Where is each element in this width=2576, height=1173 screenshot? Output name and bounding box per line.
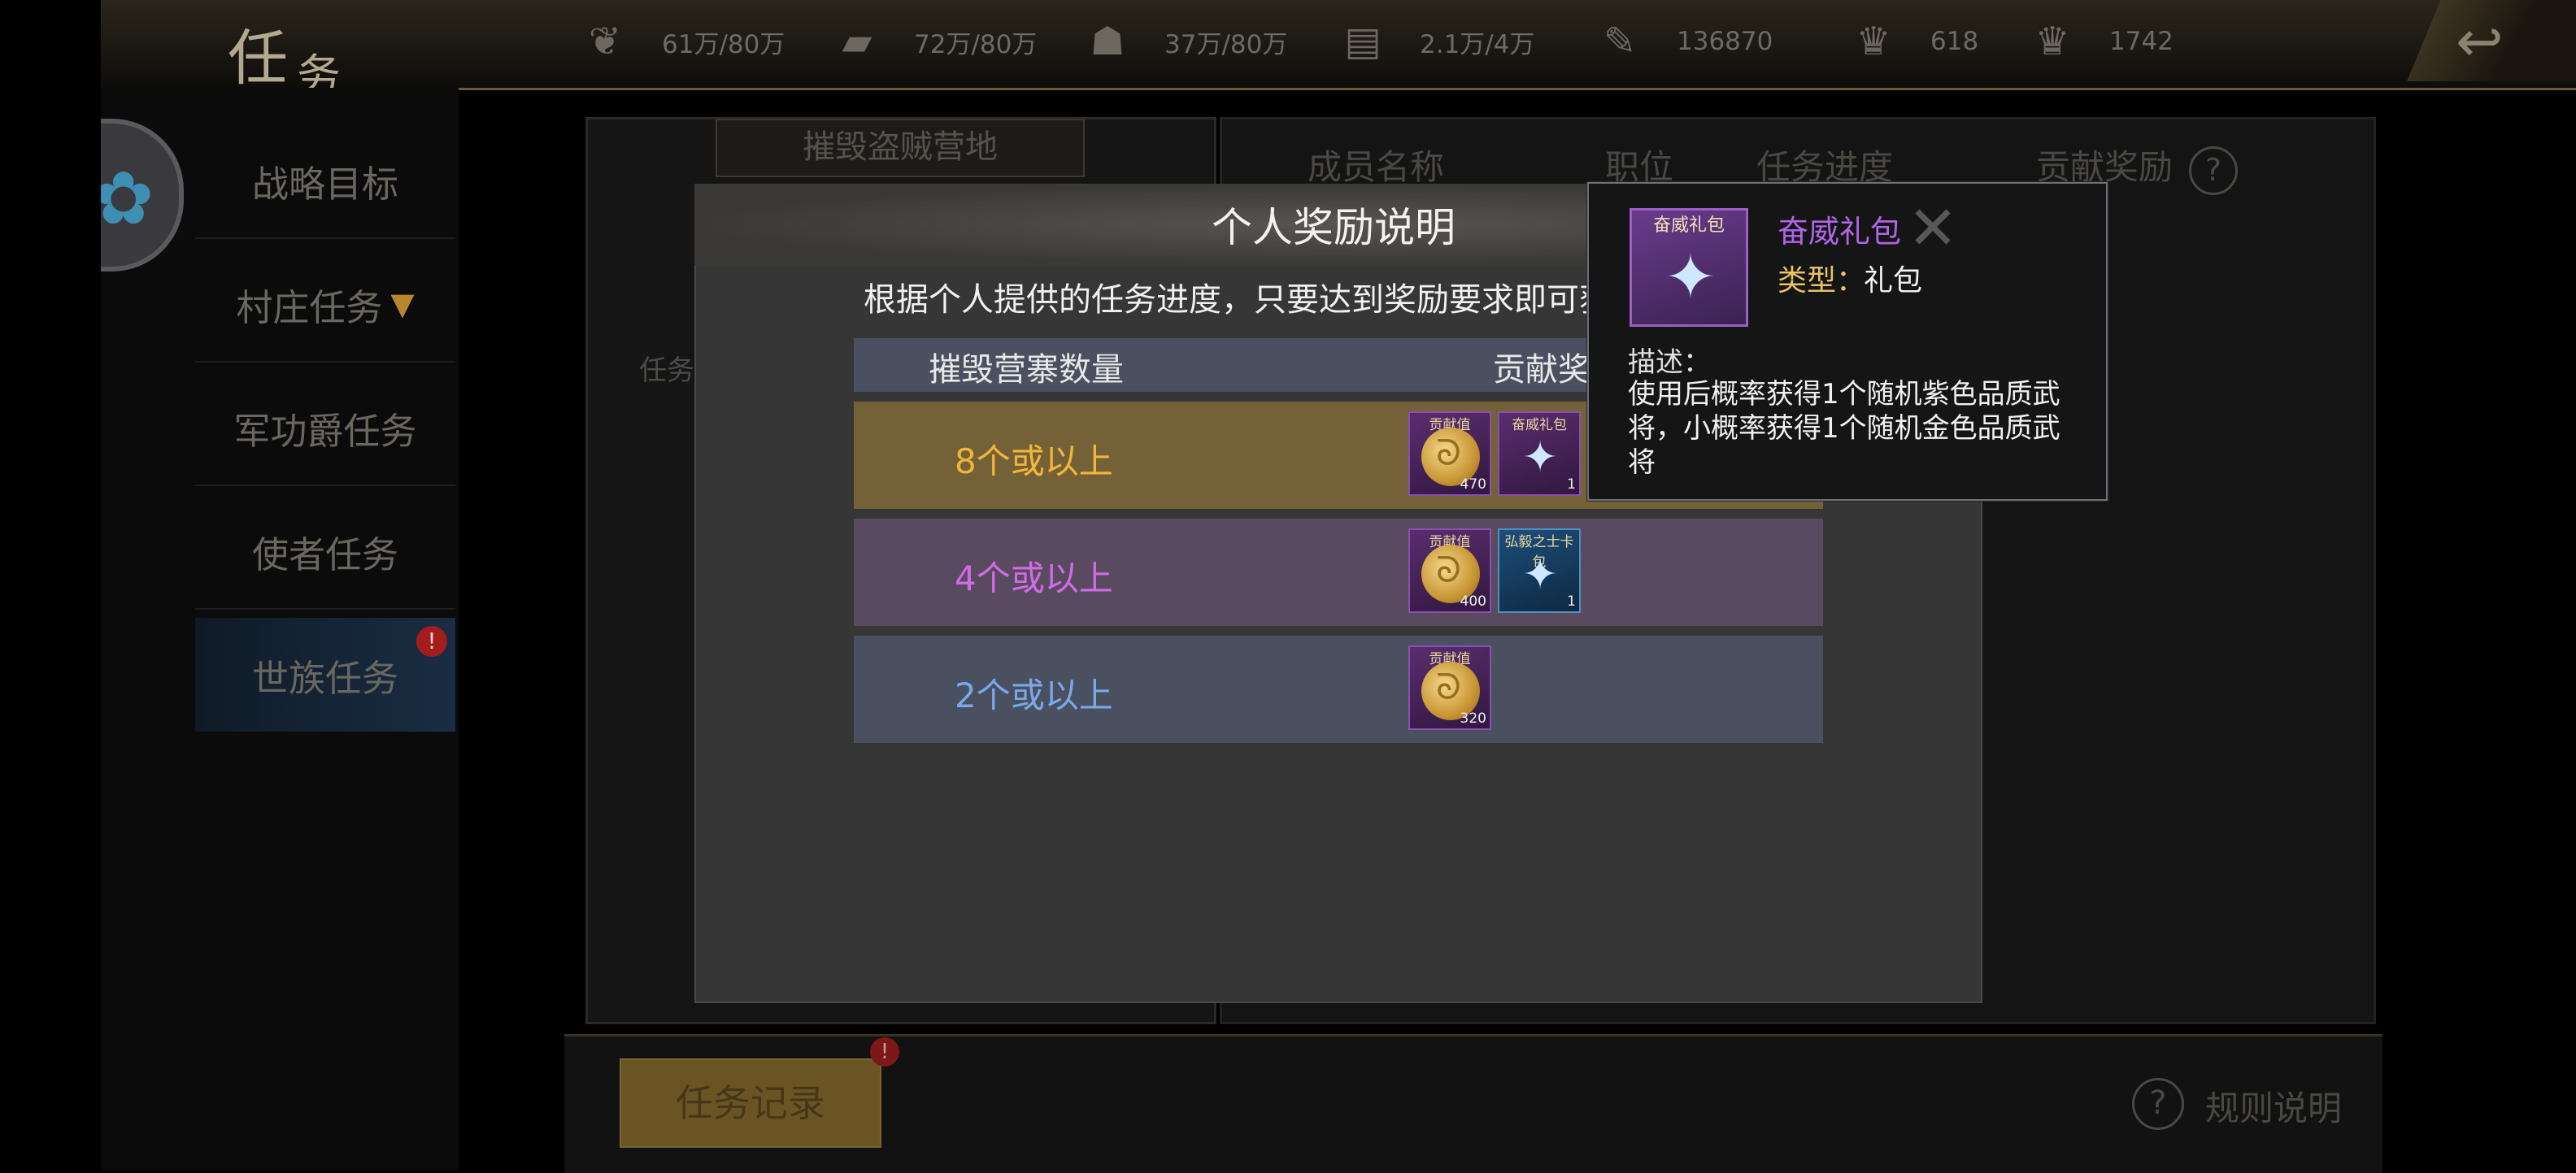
- gift-pack-icon: ✦: [1522, 433, 1558, 482]
- resource-value: 72万/80万: [914, 29, 1038, 59]
- item-count: 1: [1567, 593, 1576, 610]
- tooltip-description: 使用后概率获得1个随机紫色品质武将，小概率获得1个随机金色品质武将: [1628, 378, 2060, 479]
- nav-item-military-rank[interactable]: 军功爵任务: [195, 371, 455, 486]
- reward-item-contribution[interactable]: 贡献值 400: [1408, 528, 1491, 613]
- item-count: 1: [1567, 476, 1576, 493]
- header-destroy-count: 摧毁营寨数量: [929, 351, 1124, 389]
- rules-button[interactable]: 规则说明: [2205, 1081, 2342, 1131]
- resource-token: ✎ 136870: [1597, 21, 1773, 62]
- ingot-icon: ♛: [1856, 19, 1891, 64]
- tooltip-item-icon: 奋威礼包 ✦: [1630, 208, 1748, 327]
- rules-help-icon[interactable]: ?: [2132, 1078, 2184, 1130]
- notification-badge: !: [870, 1037, 899, 1067]
- resource-value: 61万/80万: [662, 29, 785, 59]
- nav-item-label: 使者任务: [251, 532, 398, 576]
- notification-badge: !: [416, 626, 447, 657]
- top-header-bar: [101, 0, 2576, 90]
- resource-value: 618: [1930, 27, 1979, 56]
- close-icon[interactable]: ✕: [1908, 193, 1958, 263]
- nav-item-strategy[interactable]: 战略目标: [195, 124, 455, 239]
- reward-item-card-pack[interactable]: 弘毅之士卡包 ✦ 1: [1498, 528, 1581, 613]
- task-tab[interactable]: 摧毁盗贼营地: [716, 119, 1085, 177]
- task-label: 任务: [639, 354, 694, 387]
- item-count: 470: [1460, 476, 1486, 493]
- nav-item-envoy[interactable]: 使者任务: [195, 494, 455, 610]
- grain-icon: ❦: [588, 19, 622, 64]
- avatar-icon: ✿: [101, 156, 154, 241]
- nav-item-label: 村庄任务: [236, 285, 383, 329]
- gift-pack-icon: ✦: [1664, 241, 1717, 313]
- tooltip-type-label: 类型：: [1778, 264, 1866, 298]
- gold-ingot-icon: ♛: [2034, 19, 2070, 64]
- nav-item-clan[interactable]: 世族任务: [195, 618, 455, 732]
- row-label: 4个或以上: [955, 558, 1113, 598]
- nav-item-village[interactable]: 村庄任务 ▼: [195, 247, 455, 363]
- item-count: 320: [1460, 710, 1486, 727]
- task-tab-label: 摧毁盗贼营地: [803, 128, 998, 166]
- resource-value: 1742: [2109, 27, 2174, 56]
- iron-icon: ▤: [1344, 19, 1382, 64]
- resource-value: 136870: [1677, 27, 1773, 56]
- resource-iron: ▤ 2.1万/4万: [1340, 21, 1534, 62]
- reward-item-contribution[interactable]: 贡献值 470: [1408, 411, 1491, 496]
- nav-item-label: 世族任务: [251, 656, 398, 700]
- row-label: 8个或以上: [955, 441, 1113, 481]
- reward-row: 2个或以上 贡献值 320: [854, 636, 1823, 743]
- col-header-member: 成员名称: [1308, 147, 1445, 187]
- tooltip-item-name: 奋威礼包: [1778, 214, 1902, 250]
- tooltip-desc-label: 描述：: [1628, 346, 1711, 379]
- help-icon[interactable]: ?: [2189, 146, 2238, 195]
- resource-grain: ❦ 61万/80万: [582, 21, 785, 62]
- nav-item-label: 战略目标: [251, 162, 398, 206]
- item-count: 400: [1460, 593, 1486, 610]
- card-pack-icon: ✦: [1522, 550, 1558, 599]
- tooltip-icon-name: 奋威礼包: [1652, 215, 1725, 236]
- page-title: 任 务: [130, 7, 350, 101]
- task-record-label: 任务记录: [676, 1081, 825, 1125]
- resource-wood: ▰ 72万/80万: [834, 19, 1038, 64]
- modal-title: 个人奖励说明: [1212, 204, 1456, 251]
- nav-item-label: 军功爵任务: [233, 409, 417, 453]
- dropdown-arrow-icon: ▼: [390, 286, 415, 322]
- row-label: 2个或以上: [955, 676, 1113, 715]
- wood-icon: ▰: [842, 19, 872, 64]
- reward-row: 4个或以上 贡献值 400 弘毅之士卡包 ✦ 1: [854, 519, 1823, 626]
- reward-item-contribution[interactable]: 贡献值 320: [1408, 645, 1491, 730]
- tooltip-type-value: 礼包: [1864, 264, 1923, 298]
- reward-item-gift-pack[interactable]: 奋威礼包 ✦ 1: [1498, 411, 1581, 496]
- resource-value: 37万/80万: [1164, 29, 1288, 59]
- title-char-1: 任: [228, 24, 288, 93]
- resource-ingot: ♛ 618: [1851, 21, 1978, 62]
- token-icon: ✎: [1603, 19, 1637, 64]
- back-icon: ↩: [2456, 8, 2504, 75]
- resource-stone: ☗ 37万/80万: [1085, 21, 1287, 62]
- stone-icon: ☗: [1090, 19, 1125, 64]
- resource-value: 2.1万/4万: [1420, 29, 1535, 59]
- resource-gold-ingot: ♛ 1742: [2030, 19, 2174, 64]
- task-record-button[interactable]: 任务记录: [620, 1058, 881, 1148]
